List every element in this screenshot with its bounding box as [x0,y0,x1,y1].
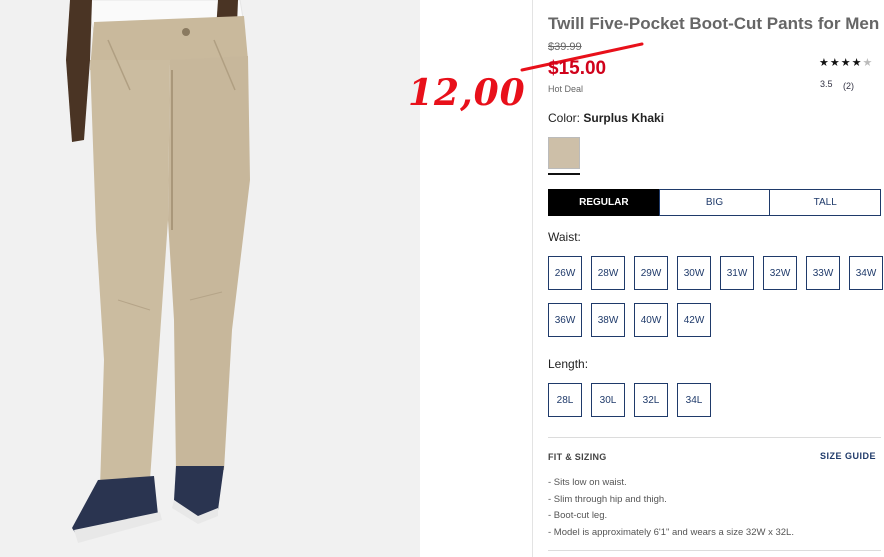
list-item: - Slim through hip and thigh. [548,493,667,505]
waist-size-42w[interactable]: 42W [677,303,711,337]
waist-size-29w[interactable]: 29W [634,256,668,290]
fit-sizing-heading[interactable]: FIT & SIZING [548,452,607,462]
tab-regular[interactable]: REGULAR [548,189,660,216]
waist-size-40w[interactable]: 40W [634,303,668,337]
star-empty-icon: ★ [862,57,874,69]
deal-label: Hot Deal [548,84,584,94]
pants-model-illustration [0,0,420,557]
swatch-selected-indicator [548,173,580,175]
waist-size-30w[interactable]: 30W [677,256,711,290]
fit-sizing-list: - Sits low on waist. - Slim through hip … [548,475,794,541]
fit-tabs: REGULAR BIG TALL [548,189,882,216]
waist-size-32w[interactable]: 32W [763,256,797,290]
tab-tall[interactable]: TALL [769,189,882,216]
waist-size-38w[interactable]: 38W [591,303,625,337]
product-title: Twill Five-Pocket Boot-Cut Pants for Men [548,14,880,33]
tab-big[interactable]: BIG [658,189,771,216]
waist-size-26w[interactable]: 26W [548,256,582,290]
rating-value: 3.5 [820,79,833,89]
length-size-34l[interactable]: 34L [677,383,711,417]
color-label: Color: Surplus Khaki [548,111,664,125]
list-item: - Sits low on waist. [548,477,627,488]
waist-size-28w[interactable]: 28W [591,256,625,290]
sale-price: $15.00 [548,58,607,79]
color-name: Surplus Khaki [583,111,665,125]
star-half-icon: ★ [851,57,863,69]
star-filled-icon: ★★★ [819,57,852,69]
list-item: - Model is approximately 6'1" and wears … [548,526,794,538]
waist-size-31w[interactable]: 31W [720,256,754,290]
waist-label: Waist: [548,230,581,244]
waist-size-36w[interactable]: 36W [548,303,582,337]
color-swatch-surplus-khaki[interactable] [548,137,580,169]
size-guide-link[interactable]: SIZE GUIDE [820,451,876,461]
annotated-new-price: 12,00 [408,72,526,114]
product-image[interactable] [0,0,420,557]
waist-size-34w[interactable]: 34W [849,256,883,290]
length-size-30l[interactable]: 30L [591,383,625,417]
panel-divider [532,0,533,557]
length-size-32l[interactable]: 32L [634,383,668,417]
section-divider [548,437,881,438]
original-price: $39.99 [548,41,582,53]
rating-stars[interactable]: ★★★★★ [819,56,873,69]
review-count-link[interactable]: (2) [843,81,854,91]
length-label: Length: [548,357,589,371]
section-divider [548,550,881,551]
length-size-28l[interactable]: 28L [548,383,582,417]
list-item: - Boot-cut leg. [548,510,608,521]
waist-size-33w[interactable]: 33W [806,256,840,290]
color-label-text: Color: [548,111,581,125]
